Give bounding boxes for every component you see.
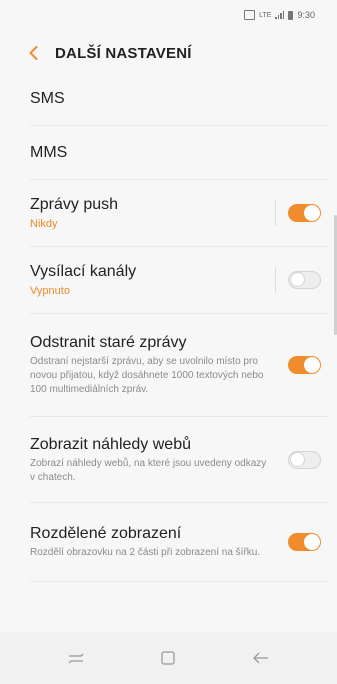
push-messages-toggle[interactable] (288, 204, 321, 222)
setting-title: Odstranit staré zprávy (30, 334, 187, 351)
list-item-mms[interactable]: MMS (30, 126, 327, 180)
chevron-left-icon (29, 46, 37, 60)
list-item-label: SMS (30, 89, 65, 107)
setting-title: Zprávy push (30, 196, 119, 213)
toggle-knob (304, 205, 320, 221)
status-bar: LTE 9:30 (0, 0, 337, 30)
toggle-knob (304, 534, 320, 550)
setting-text: Odstranit staré zprávy Odstraní nejstarš… (30, 333, 288, 397)
setting-text: Zprávy push Nikdy (30, 195, 275, 231)
setting-text: Zobrazit náhledy webů Zobrazí náhledy we… (30, 435, 288, 485)
app-header: DALŠÍ NASTAVENÍ (0, 38, 337, 68)
setting-text: Rozdělené zobrazení Rozdělí obrazovku na… (30, 524, 288, 560)
setting-description: Odstraní nejstarší zprávu, aby se uvolni… (30, 356, 264, 395)
setting-push-messages[interactable]: Zprávy push Nikdy (30, 180, 327, 247)
setting-split-view[interactable]: Rozdělené zobrazení Rozdělí obrazovku na… (30, 503, 327, 582)
web-previews-toggle[interactable] (288, 450, 321, 469)
setting-status: Vypnuto (30, 285, 70, 297)
home-icon (161, 651, 176, 665)
home-button[interactable] (156, 646, 180, 670)
broadcast-channels-toggle[interactable] (288, 271, 321, 289)
divider (275, 267, 276, 293)
page-title: DALŠÍ NASTAVENÍ (55, 44, 192, 62)
setting-text: Vysílací kanály Vypnuto (30, 262, 275, 298)
setting-description: Rozdělí obrazovku na 2 části při zobraze… (30, 547, 261, 558)
network-type: LTE (259, 11, 272, 19)
nfc-icon (244, 10, 256, 20)
toggle-knob (290, 451, 305, 467)
navigation-bar (0, 632, 337, 684)
battery-icon (288, 10, 294, 20)
toggle-knob (304, 357, 320, 373)
setting-title: Rozdělené zobrazení (30, 525, 182, 542)
setting-title: Vysílací kanály (30, 263, 137, 280)
settings-list: SMS MMS Zprávy push Nikdy Vysílací kanál… (30, 72, 327, 582)
delete-old-messages-toggle[interactable] (288, 356, 321, 374)
back-icon (252, 652, 268, 664)
signal-icon (275, 11, 285, 19)
toggle-knob (290, 272, 305, 287)
list-item-label: MMS (30, 143, 68, 161)
setting-description: Zobrazí náhledy webů, na které jsou uved… (30, 457, 267, 483)
list-item-sms[interactable]: SMS (30, 72, 327, 126)
nav-back-button[interactable] (249, 646, 273, 670)
setting-title: Zobrazit náhledy webů (30, 435, 191, 453)
clock: 9:30 (297, 10, 315, 20)
recent-apps-button[interactable] (64, 646, 88, 670)
divider (275, 200, 276, 226)
split-view-toggle[interactable] (288, 533, 321, 551)
setting-status: Nikdy (30, 218, 58, 230)
recent-apps-icon (68, 653, 84, 664)
setting-broadcast-channels[interactable]: Vysílací kanály Vypnuto (30, 247, 327, 314)
setting-delete-old-messages[interactable]: Odstranit staré zprávy Odstraní nejstarš… (30, 314, 327, 417)
back-button[interactable] (25, 43, 41, 63)
setting-web-previews[interactable]: Zobrazit náhledy webů Zobrazí náhledy we… (30, 417, 327, 503)
